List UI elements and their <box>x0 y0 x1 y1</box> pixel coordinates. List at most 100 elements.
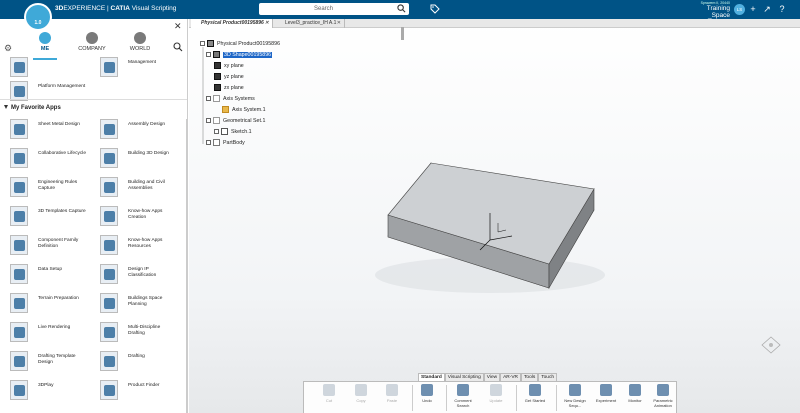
app-label: Drafting <box>128 354 145 359</box>
app-label: Assembly Design <box>128 122 166 127</box>
tree-axis-system[interactable]: Axis System.1 <box>222 106 266 114</box>
tree-plane[interactable]: zx plane <box>214 84 244 92</box>
tab-physical-product[interactable]: Physical Product00195896 ✕ <box>191 19 273 28</box>
favorite-app-tile[interactable]: Data Setup <box>0 264 88 292</box>
user-info[interactable]: Sprawem II, 20440 Training _Space <box>686 1 730 19</box>
favorite-app-tile[interactable]: Buildings Space Planning <box>90 293 178 321</box>
favorite-app-tile[interactable]: Assembly Design <box>90 119 178 147</box>
3d-viewport[interactable] <box>189 19 800 413</box>
tab-tools[interactable]: Tools <box>521 373 539 381</box>
collapse-icon[interactable] <box>206 96 211 102</box>
add-icon[interactable]: + <box>748 4 758 14</box>
favorite-app-tile[interactable]: Know-how Apps Resources <box>90 235 178 263</box>
close-icon[interactable]: ✕ <box>265 19 269 28</box>
compass-icon[interactable]: 1.0 <box>24 3 52 31</box>
partbody-label: PartBody <box>223 140 245 146</box>
favorite-app-tile[interactable]: Product Finder <box>90 380 178 408</box>
scissors-icon <box>323 384 335 396</box>
comment-search-button[interactable]: Comment Search <box>450 384 476 408</box>
expand-icon[interactable] <box>214 129 219 135</box>
favorite-app-tile[interactable]: 3D Templates Capture <box>0 206 88 234</box>
favorite-app-tile[interactable]: Drafting <box>90 351 178 379</box>
tab-touch[interactable]: Touch <box>538 373 558 381</box>
tag-icon[interactable] <box>430 4 440 14</box>
search-icon[interactable] <box>397 4 406 13</box>
tab-standard[interactable]: Standard <box>418 373 445 381</box>
tab-me[interactable]: ME <box>25 32 65 60</box>
new-design-sequence-button[interactable]: New Design Sequ... <box>562 384 588 408</box>
favorite-app-tile[interactable]: 3DPlay <box>0 380 88 408</box>
favorite-app-tile[interactable]: Drafting Template Design <box>0 351 88 379</box>
favorite-app-tile[interactable]: Know-how Apps Creation <box>90 206 178 234</box>
panel-search-icon[interactable] <box>173 42 183 52</box>
undo-button[interactable]: Undo <box>414 384 440 404</box>
tree-shape[interactable]: 3D Shape00195896 <box>206 51 273 59</box>
favorite-app-tile[interactable]: Engineering Rules Capture <box>0 177 88 205</box>
gear-icon[interactable]: ⚙ <box>4 43 12 54</box>
favorite-app-tile[interactable]: Collaborative Lifecycle <box>0 148 88 176</box>
collapse-icon[interactable] <box>206 118 211 124</box>
paste-button[interactable]: Paste <box>379 384 405 404</box>
tab-view[interactable]: View <box>483 373 501 381</box>
collapse-icon[interactable] <box>200 41 205 47</box>
app-icon <box>100 322 118 342</box>
favorite-app-tile[interactable]: Component Family Definition <box>0 235 88 263</box>
tab-company[interactable]: COMPANY <box>72 32 112 52</box>
app-icon <box>100 148 118 168</box>
scrollbar[interactable] <box>186 119 187 413</box>
expand-icon[interactable] <box>206 140 211 146</box>
favorite-app-tile[interactable]: Live Rendering <box>0 322 88 350</box>
action-bar: Cut Copy Paste Undo Comment Search Updat… <box>303 381 677 413</box>
copy-button[interactable]: Copy <box>348 384 374 404</box>
tree-scroll-handle[interactable] <box>401 27 404 40</box>
tab-world[interactable]: WORLD <box>120 32 160 52</box>
avatar[interactable]: LS <box>734 4 745 15</box>
tree-plane[interactable]: xy plane <box>214 62 244 70</box>
share-icon[interactable]: ↗ <box>762 4 772 14</box>
app-icon <box>100 351 118 371</box>
axis-system-label: Axis System.1 <box>232 107 266 113</box>
cut-button[interactable]: Cut <box>316 384 342 404</box>
paste-icon <box>386 384 398 396</box>
favorites-header[interactable]: My Favorite Apps <box>4 105 61 111</box>
app-icon <box>10 177 28 197</box>
tab-ar-vr[interactable]: AR-VR <box>500 373 522 381</box>
partbody-icon <box>213 139 220 147</box>
monitor-button[interactable]: Monitor <box>622 384 648 404</box>
app-brand: 3DEXPERIENCE | CATIA Visual Scripting <box>55 5 177 12</box>
search-input[interactable]: Search <box>259 3 409 15</box>
help-icon[interactable]: ? <box>777 4 787 14</box>
get-started-button[interactable]: Get Started <box>522 384 548 404</box>
collapse-icon[interactable] <box>206 52 211 58</box>
favorite-app-tile[interactable]: Sheet Metal Design <box>0 119 88 147</box>
tree-axis-systems[interactable]: Axis Systems <box>206 95 255 103</box>
tree-sketch[interactable]: Sketch.1 <box>214 128 252 136</box>
monitor-label: Monitor <box>628 398 642 403</box>
close-icon[interactable]: ✕ <box>174 21 182 32</box>
tab-level3-practice[interactable]: Level3_practice_IH A.1 ✕ <box>275 19 345 28</box>
app-label: Buildings Space Planning <box>128 296 163 308</box>
parametric-animation-button[interactable]: Parametric Animation <box>650 384 676 408</box>
animation-icon <box>657 384 669 396</box>
favorite-app-tile[interactable]: Building 3D Design <box>90 148 178 176</box>
app-tile[interactable]: Management <box>90 57 178 85</box>
view-compass-icon[interactable] <box>760 335 782 355</box>
tree-root[interactable]: Physical Product00195896 <box>200 40 280 48</box>
favorite-app-tile[interactable]: Multi-Discipline Drafting <box>90 322 178 350</box>
favorite-app-tile[interactable]: Building and Civil Assemblies <box>90 177 178 205</box>
tree-partbody[interactable]: PartBody <box>206 139 245 147</box>
app-label: Know-how Apps Resources <box>128 238 163 250</box>
tree-plane[interactable]: yz plane <box>214 73 244 81</box>
plane-icon <box>214 84 221 92</box>
app-label: Product Finder <box>128 383 160 388</box>
app-label: Multi-Discipline Drafting <box>128 325 161 337</box>
favorite-app-tile[interactable]: Design IP Classification <box>90 264 178 292</box>
app-icon <box>10 380 28 400</box>
tab-visual-scripting[interactable]: Visual Scripting <box>444 373 484 381</box>
close-icon[interactable]: ✕ <box>337 19 341 28</box>
experiment-button[interactable]: Experiment <box>593 384 619 404</box>
update-button[interactable]: Update <box>483 384 509 404</box>
tree-geometrical-set[interactable]: Geometrical Set.1 <box>206 117 265 125</box>
undo-label: Undo <box>422 398 432 403</box>
favorite-app-tile[interactable]: Terrain Preparation <box>0 293 88 321</box>
